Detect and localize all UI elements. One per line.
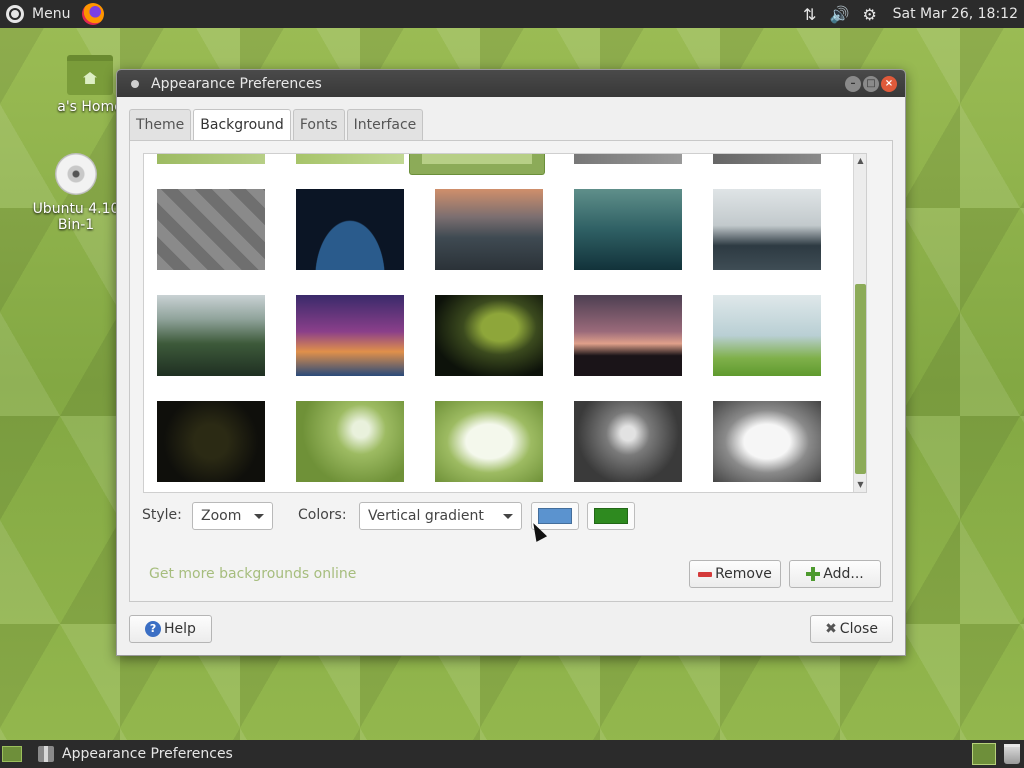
window-menu-icon[interactable] bbox=[131, 79, 139, 88]
wallpaper-thumb[interactable] bbox=[157, 295, 265, 376]
wallpaper-scrollbar[interactable]: ▲ ▼ bbox=[853, 154, 866, 492]
trash-icon[interactable] bbox=[1004, 744, 1020, 764]
wallpaper-thumb[interactable] bbox=[435, 295, 543, 376]
top-panel: Menu ⇅ 🔊 ⚙ Sat Mar 26, 18:12 bbox=[0, 0, 1024, 28]
minimize-icon[interactable]: – bbox=[845, 75, 861, 92]
add-button[interactable]: Add... bbox=[789, 560, 881, 588]
wallpaper-grid[interactable]: ▲ ▼ bbox=[143, 153, 867, 493]
wallpaper-thumb[interactable] bbox=[713, 154, 821, 164]
window-title: Appearance Preferences bbox=[151, 75, 322, 92]
style-value: Zoom bbox=[201, 508, 242, 524]
close-icon: ✖ bbox=[825, 621, 837, 637]
close-label: Close bbox=[839, 621, 878, 637]
optical-disc-icon bbox=[55, 153, 97, 195]
colors-value: Vertical gradient bbox=[368, 508, 484, 524]
menu-label: Menu bbox=[32, 6, 71, 22]
add-label: Add... bbox=[823, 566, 864, 582]
scroll-down-icon[interactable]: ▼ bbox=[854, 478, 866, 492]
desktop-disc[interactable]: Ubuntu 4.10 Bin-1 bbox=[26, 153, 126, 233]
appearance-app-icon bbox=[38, 746, 54, 762]
bottom-panel-tray bbox=[972, 743, 1024, 765]
taskbar-item-appearance[interactable]: Appearance Preferences bbox=[38, 746, 233, 762]
wallpaper-thumb[interactable] bbox=[296, 295, 404, 376]
tab-interface[interactable]: Interface bbox=[346, 109, 424, 140]
wallpaper-thumb[interactable] bbox=[296, 154, 404, 164]
wallpaper-thumb[interactable] bbox=[157, 401, 265, 482]
gear-icon[interactable]: ⚙ bbox=[855, 5, 885, 24]
network-icon[interactable]: ⇅ bbox=[795, 5, 825, 24]
wallpaper-thumb[interactable] bbox=[713, 189, 821, 270]
window-titlebar[interactable]: Appearance Preferences – □ × bbox=[117, 70, 905, 97]
scrollbar-thumb[interactable] bbox=[855, 284, 866, 474]
disc-label-line1: Ubuntu 4.10 bbox=[32, 201, 120, 217]
wallpaper-thumb[interactable] bbox=[157, 189, 265, 270]
ubuntu-logo-icon bbox=[6, 5, 24, 23]
primary-color-swatch bbox=[538, 508, 572, 524]
wallpaper-thumb-selected[interactable] bbox=[409, 154, 545, 175]
taskbar-item-label: Appearance Preferences bbox=[62, 746, 233, 762]
disc-label-line2: Bin-1 bbox=[57, 217, 95, 233]
wallpaper-thumb[interactable] bbox=[574, 401, 682, 482]
home-folder-icon bbox=[67, 55, 113, 95]
bottom-panel: Appearance Preferences bbox=[0, 740, 1024, 768]
wallpaper-thumb[interactable] bbox=[713, 401, 821, 482]
colors-dropdown[interactable]: Vertical gradient bbox=[359, 502, 522, 530]
remove-label: Remove bbox=[715, 566, 772, 582]
chevron-down-icon bbox=[254, 514, 264, 519]
style-dropdown[interactable]: Zoom bbox=[192, 502, 273, 530]
more-backgrounds-link[interactable]: Get more backgrounds online bbox=[149, 566, 356, 582]
system-tray: ⇅ 🔊 ⚙ Sat Mar 26, 18:12 bbox=[795, 0, 1024, 28]
wallpaper-thumb[interactable] bbox=[296, 401, 404, 482]
maximize-icon[interactable]: □ bbox=[863, 75, 879, 92]
menu-button[interactable]: Menu bbox=[0, 0, 78, 28]
close-button[interactable]: ✖ Close bbox=[810, 615, 893, 643]
wallpaper-thumb[interactable] bbox=[713, 295, 821, 376]
tab-bar: Theme Background Fonts Interface bbox=[129, 109, 425, 141]
wallpaper-thumb[interactable] bbox=[296, 189, 404, 270]
tab-fonts[interactable]: Fonts bbox=[292, 109, 345, 140]
add-icon bbox=[806, 567, 821, 581]
wallpaper-thumb[interactable] bbox=[574, 189, 682, 270]
tab-theme[interactable]: Theme bbox=[129, 109, 192, 140]
tab-background[interactable]: Background bbox=[193, 109, 291, 141]
secondary-color-button[interactable] bbox=[587, 502, 635, 530]
workspace-switcher-icon[interactable] bbox=[972, 743, 996, 765]
wallpaper-thumb[interactable] bbox=[157, 154, 265, 164]
scroll-up-icon[interactable]: ▲ bbox=[854, 154, 866, 168]
clock[interactable]: Sat Mar 26, 18:12 bbox=[885, 6, 1024, 22]
help-button[interactable]: ? Help bbox=[129, 615, 212, 643]
wallpaper-thumb[interactable] bbox=[574, 295, 682, 376]
chevron-down-icon bbox=[503, 514, 513, 519]
remove-button[interactable]: Remove bbox=[689, 560, 781, 588]
secondary-color-swatch bbox=[594, 508, 628, 524]
wallpaper-thumb[interactable] bbox=[574, 154, 682, 164]
appearance-preferences-window: Appearance Preferences – □ × Theme Backg… bbox=[116, 69, 906, 656]
show-desktop-icon[interactable] bbox=[2, 746, 22, 762]
wallpaper-thumb[interactable] bbox=[435, 189, 543, 270]
wallpaper-thumb[interactable] bbox=[435, 401, 543, 482]
style-label: Style: bbox=[142, 507, 182, 523]
help-icon: ? bbox=[145, 621, 162, 637]
volume-icon[interactable]: 🔊 bbox=[825, 5, 855, 24]
firefox-icon[interactable] bbox=[82, 3, 105, 25]
window-controls: – □ × bbox=[845, 75, 905, 92]
help-label: Help bbox=[164, 621, 196, 637]
colors-label: Colors: bbox=[298, 507, 347, 523]
remove-icon bbox=[698, 571, 713, 577]
background-tab-panel: ▲ ▼ Style: Zoom Colors: Vertical gradien… bbox=[129, 140, 893, 602]
close-window-icon[interactable]: × bbox=[881, 75, 897, 92]
